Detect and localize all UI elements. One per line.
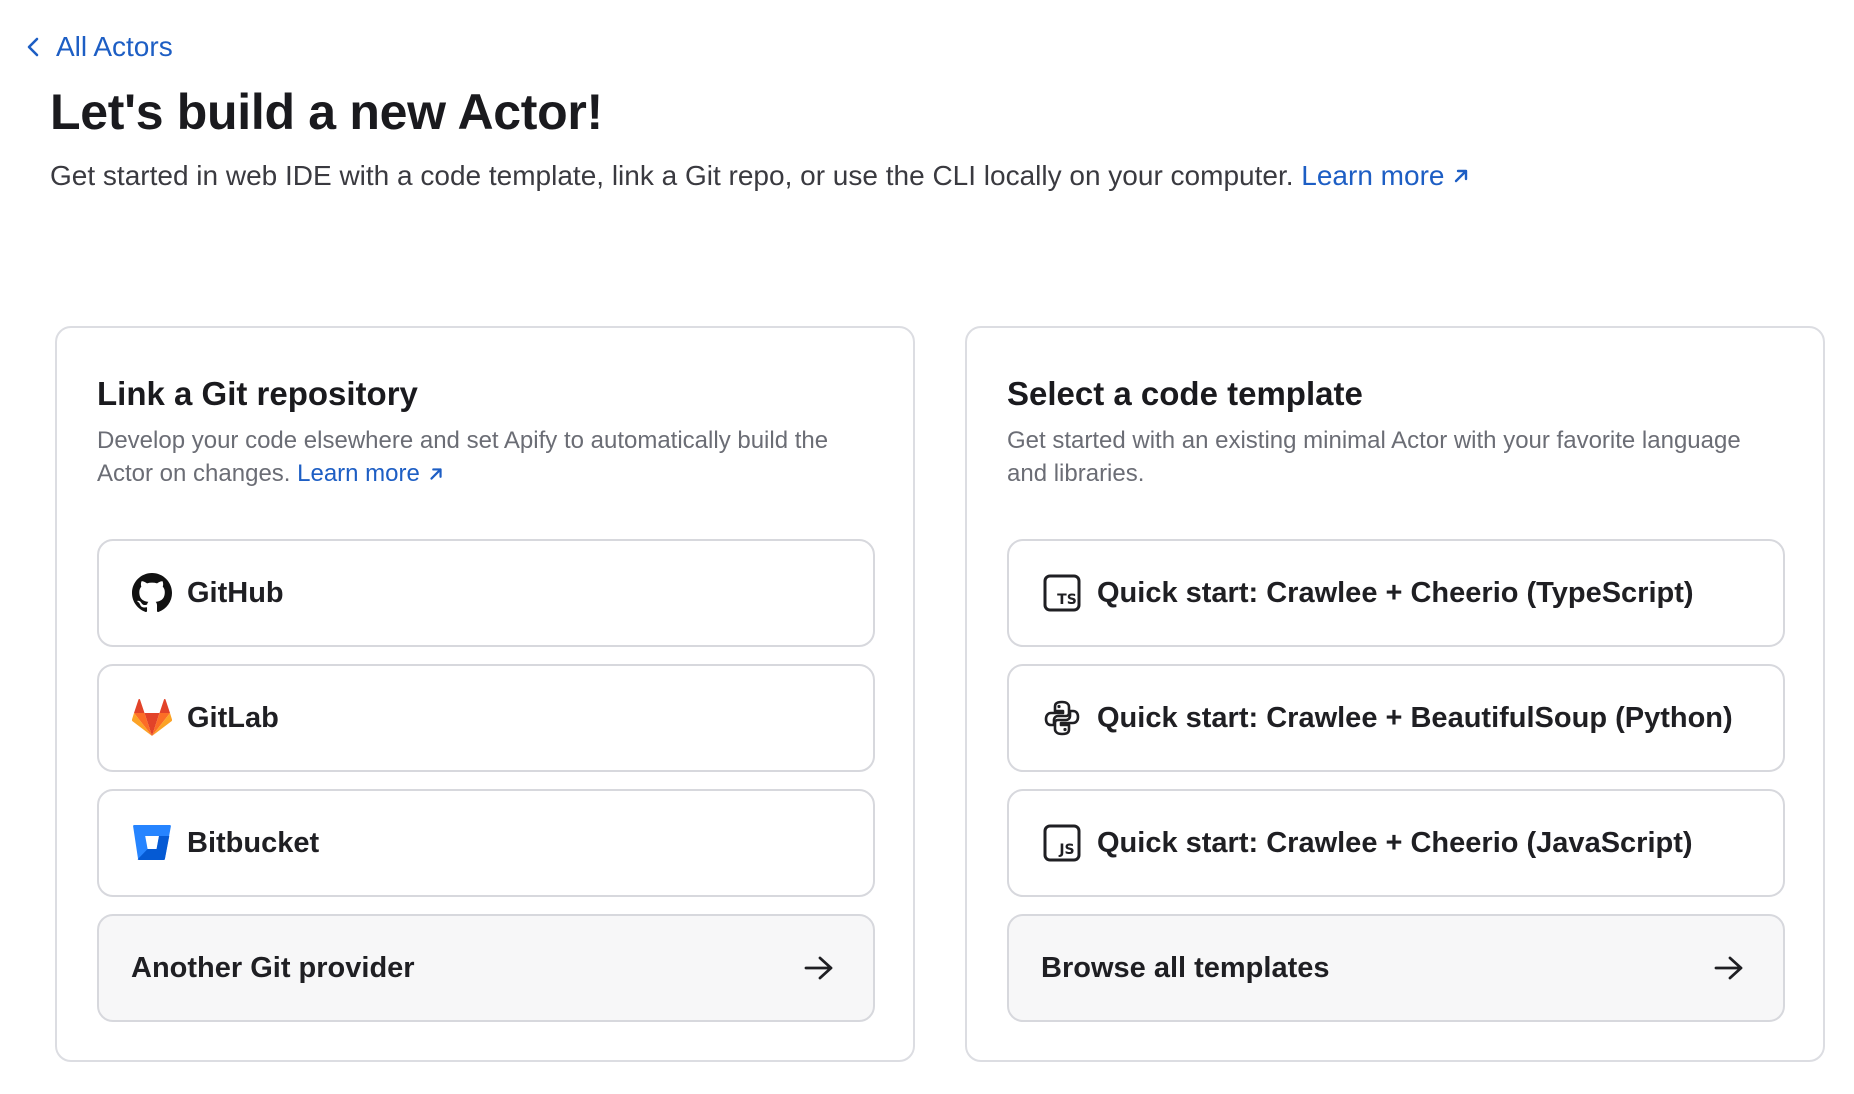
page-subtitle: Get started in web IDE with a code templ… [50,158,1472,194]
back-link-label: All Actors [56,31,173,62]
github-option-button[interactable]: GitHub [97,539,875,647]
javascript-icon: JS [1041,822,1083,864]
github-option-label: GitHub [187,577,284,609]
git-repository-card: Link a Git repository Develop your code … [55,326,915,1062]
chevron-left-icon [27,37,39,57]
git-card-learn-more-label: Learn more [297,460,420,487]
template-card-description: Get started with an existing minimal Act… [1007,427,1741,487]
git-card-learn-more-link[interactable]: Learn more [297,457,446,490]
another-git-provider-button[interactable]: Another Git provider [97,914,875,1022]
svg-text:JS: JS [1058,842,1074,858]
github-icon [131,572,173,614]
template-typescript-label: Quick start: Crawlee + Cheerio (TypeScri… [1097,577,1694,609]
svg-text:TS: TS [1057,592,1077,608]
bitbucket-icon [131,822,173,864]
header-learn-more-label: Learn more [1301,160,1445,191]
gitlab-option-label: GitLab [187,702,279,734]
template-typescript-option-button[interactable]: TS Quick start: Crawlee + Cheerio (TypeS… [1007,539,1785,647]
another-git-provider-label: Another Git provider [131,952,415,984]
gitlab-option-button[interactable]: GitLab [97,664,875,772]
external-link-icon [430,467,442,480]
template-python-option-button[interactable]: Quick start: Crawlee + BeautifulSoup (Py… [1007,664,1785,772]
git-card-description: Develop your code elsewhere and set Apif… [97,424,857,490]
browse-all-templates-label: Browse all templates [1041,952,1330,984]
arrow-right-icon [804,956,833,980]
typescript-icon: TS [1041,572,1083,614]
code-template-card: Select a code template Get started with … [965,326,1825,1062]
bitbucket-option-button[interactable]: Bitbucket [97,789,875,897]
git-card-description-text: Develop your code elsewhere and set Apif… [97,427,829,487]
template-card-title: Select a code template [1007,375,1363,412]
external-link-icon [1455,169,1468,183]
gitlab-icon [131,697,173,739]
back-to-all-actors-link[interactable]: All Actors [24,30,173,64]
git-card-title: Link a Git repository [97,375,418,412]
template-python-label: Quick start: Crawlee + BeautifulSoup (Py… [1097,702,1733,734]
subtitle-text: Get started in web IDE with a code templ… [50,160,1294,191]
page: All Actors Let's build a new Actor! Get … [0,0,1854,1094]
browse-all-templates-button[interactable]: Browse all templates [1007,914,1785,1022]
template-javascript-label: Quick start: Crawlee + Cheerio (JavaScri… [1097,827,1693,859]
page-title: Let's build a new Actor! [50,84,603,140]
header-learn-more-link[interactable]: Learn more [1301,158,1472,194]
template-javascript-option-button[interactable]: JS Quick start: Crawlee + Cheerio (JavaS… [1007,789,1785,897]
bitbucket-option-label: Bitbucket [187,827,320,859]
python-icon [1041,697,1083,739]
arrow-right-icon [1714,956,1743,980]
